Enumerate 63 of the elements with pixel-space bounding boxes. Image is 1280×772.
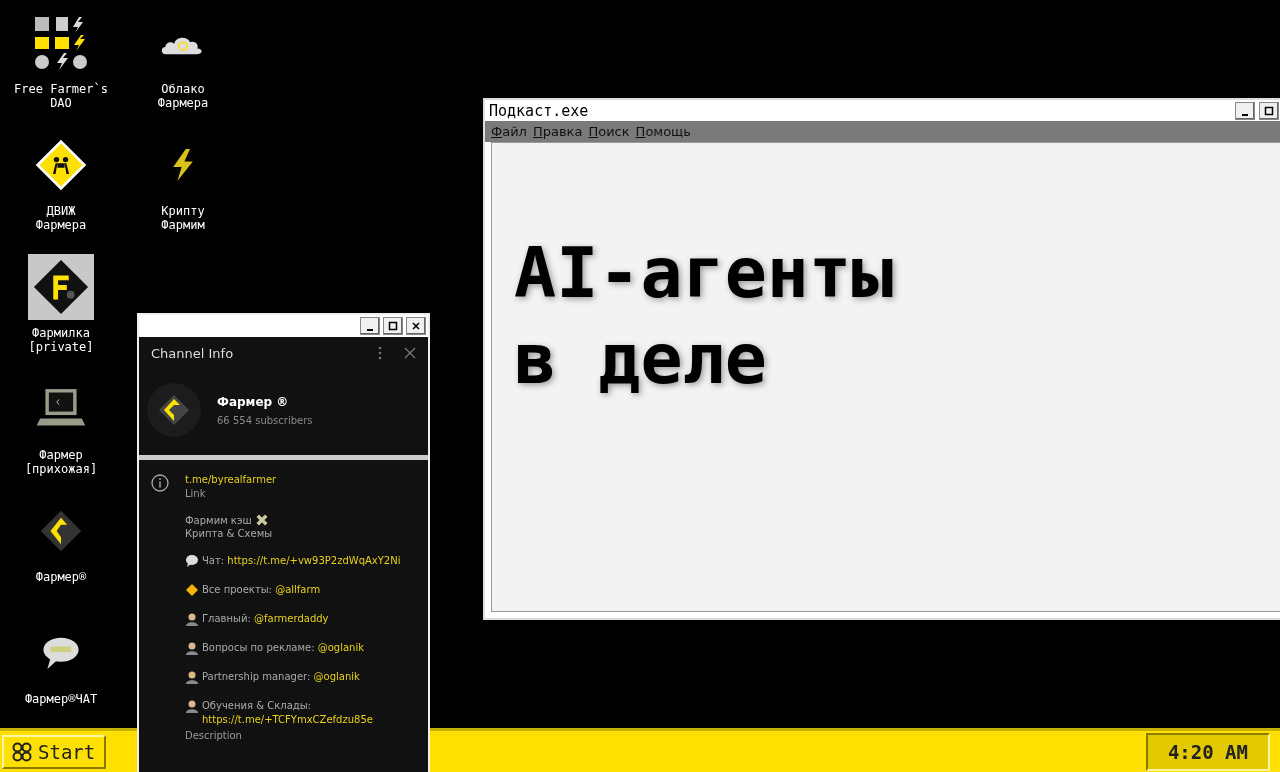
headline-text: в деле	[514, 319, 768, 399]
maximize-icon	[1264, 105, 1274, 116]
circuit-logo-icon	[32, 258, 90, 316]
contact-line: Чат: https://t.me/+vw93P2zdWqAxY2Ni	[202, 554, 402, 568]
maximize-icon	[388, 321, 398, 331]
subscriber-count: 66 554 subscribers	[217, 414, 313, 426]
person-icon	[185, 699, 199, 713]
headline-text: AI-агенты	[514, 233, 895, 313]
contact-line: Обучения & Склады: https://t.me/+TCFYmxCZefdzu85e	[202, 699, 374, 727]
desktop-icon-label: Фармер®ЧАТ	[24, 692, 98, 706]
contact-link[interactable]: https://t.me/+vw93P2zdWqAxY2Ni	[227, 555, 401, 566]
contact-link[interactable]: @oglanik	[317, 642, 364, 653]
speech-bubble-icon	[185, 554, 199, 568]
minimize-button[interactable]	[1235, 101, 1255, 120]
person-icon	[185, 612, 199, 626]
contact-link[interactable]: @allfarm	[275, 584, 321, 595]
description-caption: Description	[185, 730, 243, 741]
about-text: Крипта & Схемы	[185, 528, 274, 539]
minimize-button[interactable]	[360, 317, 380, 335]
channel-link[interactable]: t.me/byrealfarmer	[185, 474, 422, 485]
desktop-icon-label: Free Farmer`s DAO	[14, 82, 108, 110]
speech-bubble-icon	[41, 635, 81, 671]
start-icon	[12, 741, 32, 762]
desktop-icon-label: Крипту Фармим	[161, 204, 205, 232]
person-icon	[185, 641, 199, 655]
desktop-icon-image[interactable]	[28, 254, 94, 320]
contact-line: Вопросы по рекламе: @oglanik	[202, 641, 365, 655]
menu-item[interactable]: Помощь	[635, 124, 691, 139]
warning-sign-icon	[34, 138, 88, 192]
menu-item[interactable]: Файл	[491, 124, 527, 139]
desktop-icon-label: Облако Фармера	[157, 82, 209, 110]
contact-line: Partnership manager: @oglanik	[202, 670, 361, 684]
minimize-icon	[1242, 113, 1248, 116]
channel-avatar	[147, 383, 201, 437]
close-icon[interactable]	[404, 347, 416, 359]
maximize-button[interactable]	[383, 317, 403, 335]
diamond-logo-icon	[39, 509, 83, 553]
desktop-icon-label: Фармер®	[35, 570, 87, 584]
contact-link[interactable]: https://t.me/+TCFYmxCZefdzu85e	[202, 714, 373, 725]
desktop-icon-label: Фармилка [private]	[28, 326, 94, 354]
clock: 4:20 AM	[1145, 732, 1270, 771]
menu-item[interactable]: Правка	[532, 124, 583, 139]
window-title: Подкаст.exe	[489, 101, 589, 120]
maximize-button[interactable]	[1259, 101, 1279, 120]
minimize-icon	[367, 329, 373, 331]
menu-item[interactable]: Поиск	[588, 124, 630, 139]
contact-line: Главный: @farmerdaddy	[202, 612, 330, 626]
close-button[interactable]	[406, 317, 426, 335]
about-text: Фармим кэш	[185, 514, 252, 526]
contact-link[interactable]: @farmerdaddy	[254, 613, 329, 624]
info-icon	[151, 474, 169, 492]
close-icon	[411, 321, 421, 331]
link-caption: Link	[185, 488, 207, 499]
warning-sign-icon	[185, 583, 199, 597]
more-options-icon[interactable]	[378, 346, 382, 360]
contact-link[interactable]: @oglanik	[313, 671, 360, 682]
person-icon	[185, 670, 199, 684]
contact-line: Все проекты: @allfarm	[202, 583, 322, 597]
start-button[interactable]: Start	[2, 734, 106, 769]
panel-title: Channel Info	[151, 345, 235, 361]
channel-name: Фармер ®	[217, 394, 290, 409]
desktop-icon-label: Фармер [прихожая]	[24, 448, 98, 476]
desktop-icon-label: ДВИЖ Фармера	[35, 204, 87, 232]
